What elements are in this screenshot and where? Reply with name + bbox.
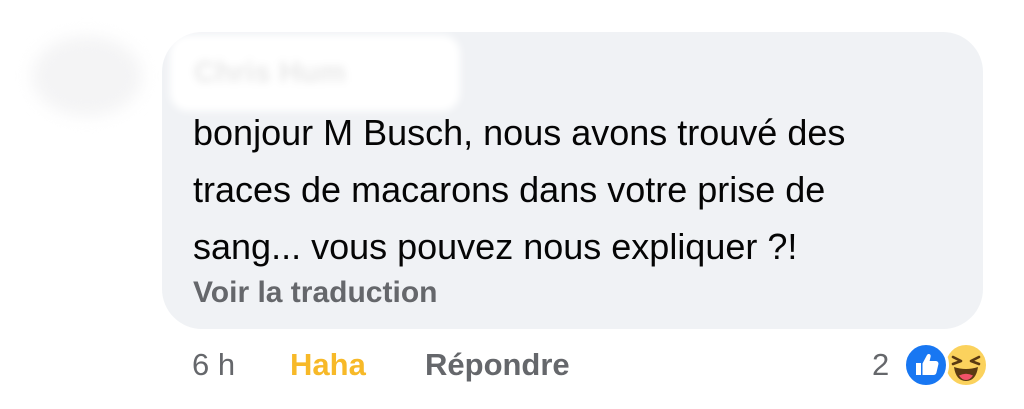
reply-button[interactable]: Répondre (425, 343, 570, 387)
comment-line: sang... vous pouvez nous expliquer ?! (193, 226, 798, 267)
reaction-count[interactable]: 2 (872, 343, 889, 387)
like-icon (903, 342, 949, 388)
see-translation-link[interactable]: Voir la traduction (193, 273, 437, 313)
comment-line: bonjour M Busch, nous avons trouvé des (193, 112, 846, 153)
reaction-icons[interactable] (903, 342, 999, 388)
avatar[interactable] (32, 36, 142, 116)
comment-line: traces de macarons dans votre prise de (193, 169, 826, 210)
comment-text: bonjour M Busch, nous avons trouvé des t… (193, 104, 963, 275)
author-name[interactable]: Chris Hum (170, 35, 460, 111)
timestamp[interactable]: 6 h (192, 343, 235, 387)
haha-icon (943, 342, 989, 388)
comment-container: Chris Hum bonjour M Busch, nous avons tr… (0, 0, 1024, 409)
reaction-haha-button[interactable]: Haha (290, 343, 366, 387)
